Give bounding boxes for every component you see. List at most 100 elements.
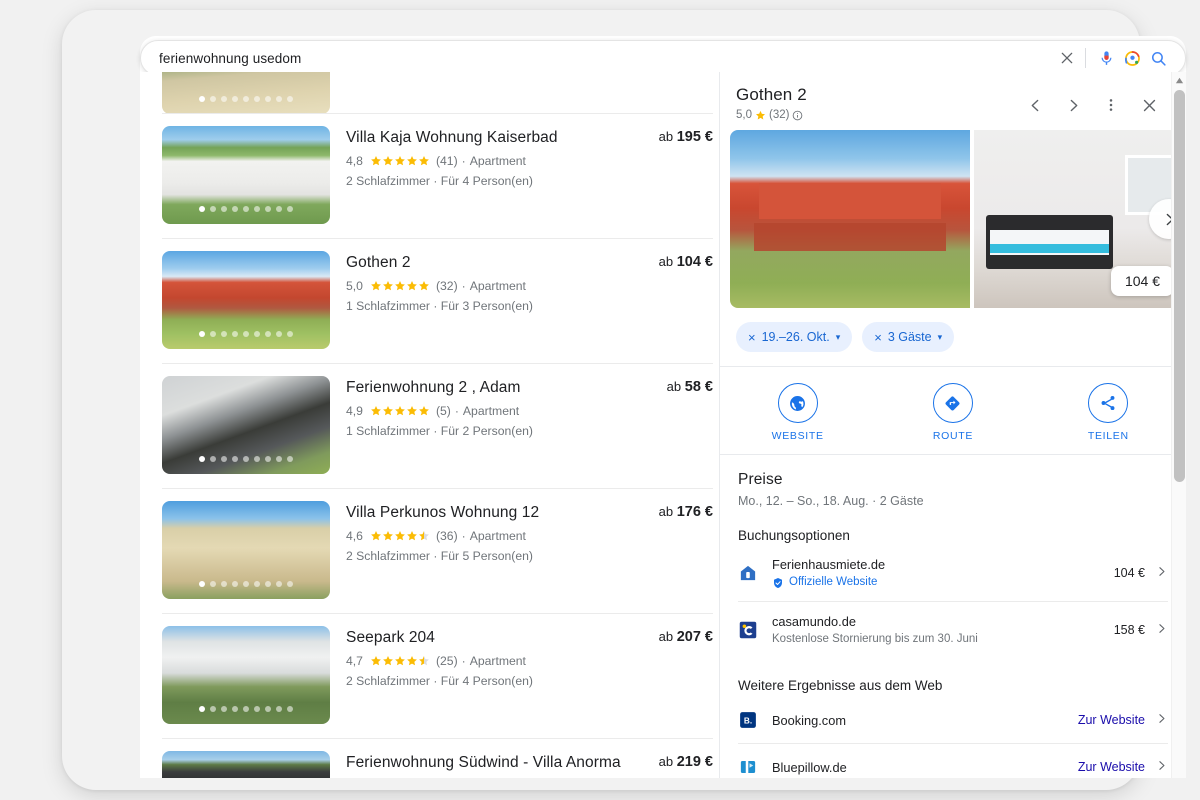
list-item[interactable]: Villa Perkunos Wohnung 12 4,6 (36) · Apartme… bbox=[162, 489, 713, 614]
website-label: WEBSITE bbox=[771, 430, 824, 442]
star-icon bbox=[383, 531, 393, 541]
chevron-right-icon[interactable] bbox=[1155, 712, 1168, 728]
listing-title[interactable]: Villa Perkunos Wohnung 12 bbox=[346, 503, 647, 523]
carousel-dots[interactable] bbox=[162, 581, 330, 587]
carousel-dots[interactable] bbox=[162, 456, 330, 462]
listing-details: 2 Schlafzimmer · Für 5 Person(en) bbox=[346, 549, 533, 563]
list-item[interactable]: Ferienwohnung Südwind - Villa Anorma ab 2… bbox=[162, 739, 713, 778]
star-icon bbox=[756, 110, 765, 119]
more-options-icon[interactable] bbox=[1092, 88, 1130, 122]
search-input[interactable] bbox=[159, 50, 1054, 66]
scrollbar-track[interactable] bbox=[1172, 88, 1186, 778]
star-icon bbox=[395, 281, 405, 291]
listing-thumbnail[interactable] bbox=[162, 126, 330, 224]
route-button[interactable]: ROUTE bbox=[875, 383, 1030, 442]
gallery-price-badge: 104 € bbox=[1110, 266, 1174, 296]
listing-title[interactable]: Seepark 204 bbox=[346, 628, 647, 648]
scrollbar-thumb[interactable] bbox=[1174, 90, 1185, 482]
chip-remove-icon[interactable]: × bbox=[748, 331, 756, 344]
listing-thumbnail[interactable] bbox=[162, 251, 330, 349]
share-button[interactable]: TEILEN bbox=[1031, 383, 1186, 442]
star-icon bbox=[419, 406, 429, 416]
listing-thumbnail[interactable] bbox=[162, 376, 330, 474]
scroll-up-icon[interactable] bbox=[1172, 72, 1186, 88]
chip-guests[interactable]: × 3 Gäste ▾ bbox=[862, 322, 955, 352]
web-result-link[interactable]: Zur Website bbox=[1078, 713, 1145, 727]
chevron-right-icon[interactable] bbox=[1155, 622, 1168, 638]
web-result-link[interactable]: Zur Website bbox=[1078, 760, 1145, 774]
list-item[interactable]: Ferienwohnung 2 , Adam 4,9 (5) · Apartment 1 … bbox=[162, 364, 713, 489]
meta-separator: · bbox=[461, 279, 466, 293]
review-count: (25) bbox=[435, 654, 458, 668]
review-count: (5) bbox=[435, 404, 451, 418]
microphone-icon[interactable] bbox=[1093, 45, 1119, 71]
chevron-down-icon[interactable]: ▾ bbox=[836, 332, 841, 343]
star-icon bbox=[419, 156, 429, 166]
chip-remove-icon[interactable]: × bbox=[874, 331, 882, 344]
web-result-row[interactable]: Bluepillow.de Zur Website bbox=[738, 744, 1168, 778]
casamundo-logo-icon bbox=[738, 620, 758, 640]
listing-title[interactable]: Gothen 2 bbox=[346, 253, 647, 273]
carousel-dots[interactable] bbox=[162, 96, 330, 102]
previous-icon[interactable] bbox=[1016, 88, 1054, 122]
search-divider bbox=[1085, 48, 1086, 68]
carousel-dots[interactable] bbox=[162, 206, 330, 212]
gallery-photo-exterior[interactable] bbox=[730, 130, 970, 308]
search-bar[interactable] bbox=[140, 40, 1186, 76]
search-submit-icon[interactable] bbox=[1145, 45, 1171, 71]
panel-header: Gothen 2 5,0 (32) bbox=[720, 72, 1186, 130]
search-bar-container bbox=[140, 40, 1186, 76]
listing-price: ab 104 € bbox=[647, 251, 713, 270]
photo-gallery[interactable]: 104 € bbox=[720, 130, 1186, 308]
listing-price: ab 195 € bbox=[647, 126, 713, 145]
results-list[interactable]: Villa Kaja Wohnung Kaiserbad 4,8 (41) · Apar… bbox=[140, 72, 719, 778]
meta-separator: · bbox=[454, 404, 459, 418]
star-icon bbox=[419, 531, 429, 541]
listing-thumbnail[interactable] bbox=[162, 626, 330, 724]
clear-icon[interactable] bbox=[1054, 45, 1080, 71]
chip-label: 3 Gäste bbox=[887, 330, 932, 344]
place-detail-panel: Gothen 2 5,0 (32) 104 € × 19.–26. Okt. ▾… bbox=[720, 72, 1186, 778]
rating-value: 4,8 bbox=[346, 154, 363, 168]
page-title: Gothen 2 bbox=[736, 85, 807, 104]
carousel-dots[interactable] bbox=[162, 706, 330, 712]
website-button[interactable]: WEBSITE bbox=[720, 383, 875, 442]
prices-section: Preise Mo., 12. – So., 18. Aug. · 2 Gäst… bbox=[720, 455, 1186, 658]
action-bar: WEBSITE ROUTE TEILEN bbox=[720, 367, 1186, 455]
list-item[interactable]: Gothen 2 5,0 (32) · Apartment 1 Schlafzimmer … bbox=[162, 239, 713, 364]
listing-title[interactable]: Ferienwohnung 2 , Adam bbox=[346, 378, 655, 398]
listing-price: ab 207 € bbox=[647, 626, 713, 645]
globe-icon bbox=[777, 383, 818, 423]
list-item[interactable]: Seepark 204 4,7 (25) · Apartment 2 Schlafzimm… bbox=[162, 614, 713, 739]
list-item[interactable]: Villa Kaja Wohnung Kaiserbad 4,8 (41) · Apar… bbox=[162, 114, 713, 239]
listing-rating-row: 5,0 (32) · Apartment bbox=[346, 278, 647, 294]
star-icon bbox=[383, 156, 393, 166]
web-result-name: Booking.com bbox=[772, 712, 846, 728]
chevron-down-icon[interactable]: ▾ bbox=[938, 332, 943, 343]
list-item-partial[interactable] bbox=[162, 72, 713, 114]
google-lens-icon[interactable] bbox=[1119, 45, 1145, 71]
listing-title[interactable]: Villa Kaja Wohnung Kaiserbad bbox=[346, 128, 647, 148]
booking-price: 104 € bbox=[1113, 566, 1145, 580]
web-result-name: Bluepillow.de bbox=[772, 759, 847, 775]
panel-scrollbar[interactable] bbox=[1171, 72, 1186, 778]
booking-option-row[interactable]: casamundo.de Kostenlose Stornierung bis … bbox=[738, 602, 1168, 658]
chip-dates[interactable]: × 19.–26. Okt. ▾ bbox=[736, 322, 853, 352]
booking-provider-note: Offizielle Website bbox=[772, 575, 1114, 590]
close-icon[interactable] bbox=[1130, 88, 1168, 122]
web-result-row[interactable]: B. Booking.com Zur Website bbox=[738, 697, 1168, 744]
listing-thumbnail[interactable] bbox=[162, 72, 330, 113]
web-results-heading: Weitere Ergebnisse aus dem Web bbox=[738, 678, 943, 693]
next-icon[interactable] bbox=[1054, 88, 1092, 122]
listing-thumbnail[interactable] bbox=[162, 501, 330, 599]
listing-thumbnail[interactable] bbox=[162, 751, 330, 778]
chevron-right-icon[interactable] bbox=[1155, 759, 1168, 775]
carousel-dots[interactable] bbox=[162, 331, 330, 337]
listing-title[interactable]: Ferienwohnung Südwind - Villa Anorma bbox=[346, 753, 647, 773]
panel-header-actions bbox=[1016, 84, 1168, 122]
booking-option-row[interactable]: Ferienhausmiete.de Offizielle Website 10… bbox=[738, 545, 1168, 602]
info-icon[interactable] bbox=[792, 110, 803, 121]
star-icon bbox=[371, 531, 381, 541]
chevron-right-icon[interactable] bbox=[1155, 565, 1168, 581]
star-icon bbox=[407, 531, 417, 541]
